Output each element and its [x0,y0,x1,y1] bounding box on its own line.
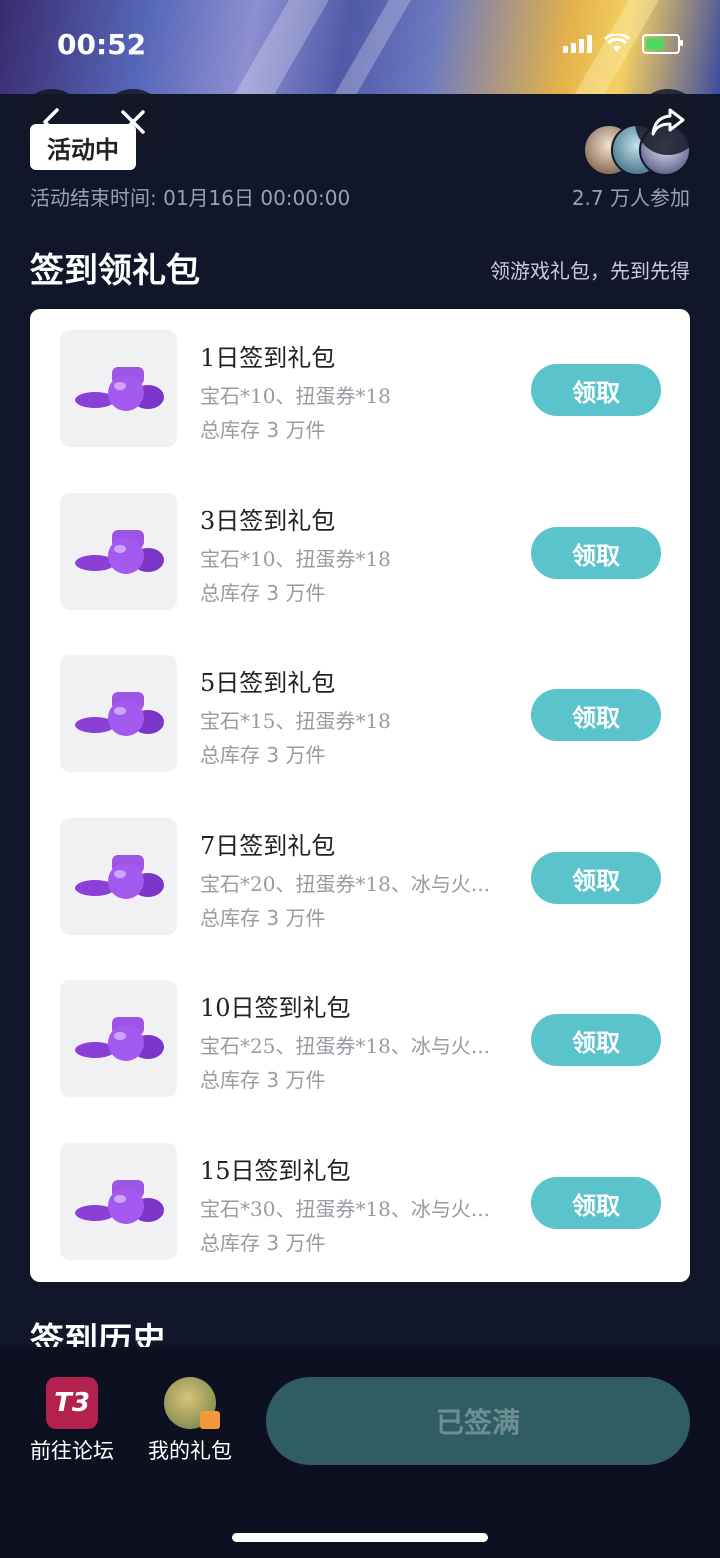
gift-title: 15日签到礼包 [200,1157,351,1185]
claim-button[interactable]: 领取 [531,1177,661,1229]
share-button[interactable] [635,89,701,155]
wifi-icon [604,34,630,52]
cellular-signal-icon [563,35,592,53]
gift-description: 宝石*20、扭蛋券*18、冰与火... [200,872,490,896]
forum-link[interactable]: T3 前往论坛 [30,1377,114,1465]
gift-title: 1日签到礼包 [200,344,336,372]
gift-title: 5日签到礼包 [200,669,336,697]
t3-logo-icon: T3 [46,1377,98,1429]
gift-item: 10日签到礼包 宝石*25、扭蛋券*18、冰与火... 总库存 3 万件 领取 [30,980,690,1100]
gift-item: 7日签到礼包 宝石*20、扭蛋券*18、冰与火... 总库存 3 万件 领取 [30,818,690,938]
status-badge: 活动中 [30,124,136,170]
claim-button[interactable]: 领取 [531,852,661,904]
gift-item: 1日签到礼包 宝石*10、扭蛋券*18 总库存 3 万件 领取 [30,330,690,450]
gem-pack-image [60,330,177,447]
gem-pack-image [60,818,177,935]
claim-button[interactable]: 领取 [531,527,661,579]
gift-description: 宝石*15、扭蛋券*18 [200,709,391,733]
gift-description: 宝石*30、扭蛋券*18、冰与火... [200,1197,490,1221]
gift-stock: 总库存 3 万件 [200,906,326,930]
home-indicator [232,1533,488,1542]
claim-button[interactable]: 领取 [531,364,661,416]
my-gifts-label: 我的礼包 [148,1439,232,1463]
status-icons [563,34,683,54]
header-banner: 00:52 [0,0,720,94]
status-time: 00:52 [57,28,147,61]
gift-item: 3日签到礼包 宝石*10、扭蛋券*18 总库存 3 万件 领取 [30,493,690,613]
gift-description: 宝石*10、扭蛋券*18 [200,547,391,571]
gift-stock: 总库存 3 万件 [200,743,326,767]
gift-description: 宝石*25、扭蛋券*18、冰与火... [200,1034,490,1058]
gift-list-card: 1日签到礼包 宝石*10、扭蛋券*18 总库存 3 万件 领取 3日签到礼包 宝… [30,309,690,1282]
event-end-time: 活动结束时间: 01月16日 00:00:00 [30,186,351,210]
battery-icon [642,34,683,54]
gift-stock: 总库存 3 万件 [200,1231,326,1255]
section-title: 签到领礼包 [30,251,200,291]
section-subtitle: 领游戏礼包，先到先得 [490,259,690,283]
gift-title: 10日签到礼包 [200,994,351,1022]
gift-stock: 总库存 3 万件 [200,581,326,605]
gift-title: 3日签到礼包 [200,507,336,535]
gem-pack-image [60,655,177,772]
gift-item: 15日签到礼包 宝石*30、扭蛋券*18、冰与火... 总库存 3 万件 领取 [30,1143,690,1263]
bottom-action-bar: T3 前往论坛 我的礼包 已签满 [0,1347,720,1558]
gift-stock: 总库存 3 万件 [200,418,326,442]
claim-button[interactable]: 领取 [531,1014,661,1066]
gem-pack-image [60,493,177,610]
gem-pack-image [60,980,177,1097]
signed-full-button[interactable]: 已签满 [266,1377,690,1465]
gift-title: 7日签到礼包 [200,832,336,860]
share-icon [651,108,685,136]
participant-count: 2.7 万人参加 [571,186,690,210]
gem-pack-image [60,1143,177,1260]
claim-button[interactable]: 领取 [531,689,661,741]
gift-stock: 总库存 3 万件 [200,1068,326,1092]
gift-description: 宝石*10、扭蛋券*18 [200,384,391,408]
gift-item: 5日签到礼包 宝石*15、扭蛋券*18 总库存 3 万件 领取 [30,655,690,775]
my-gifts-link[interactable]: 我的礼包 [148,1377,232,1465]
gift-avatar-icon [164,1377,220,1429]
forum-label: 前往论坛 [30,1439,114,1463]
